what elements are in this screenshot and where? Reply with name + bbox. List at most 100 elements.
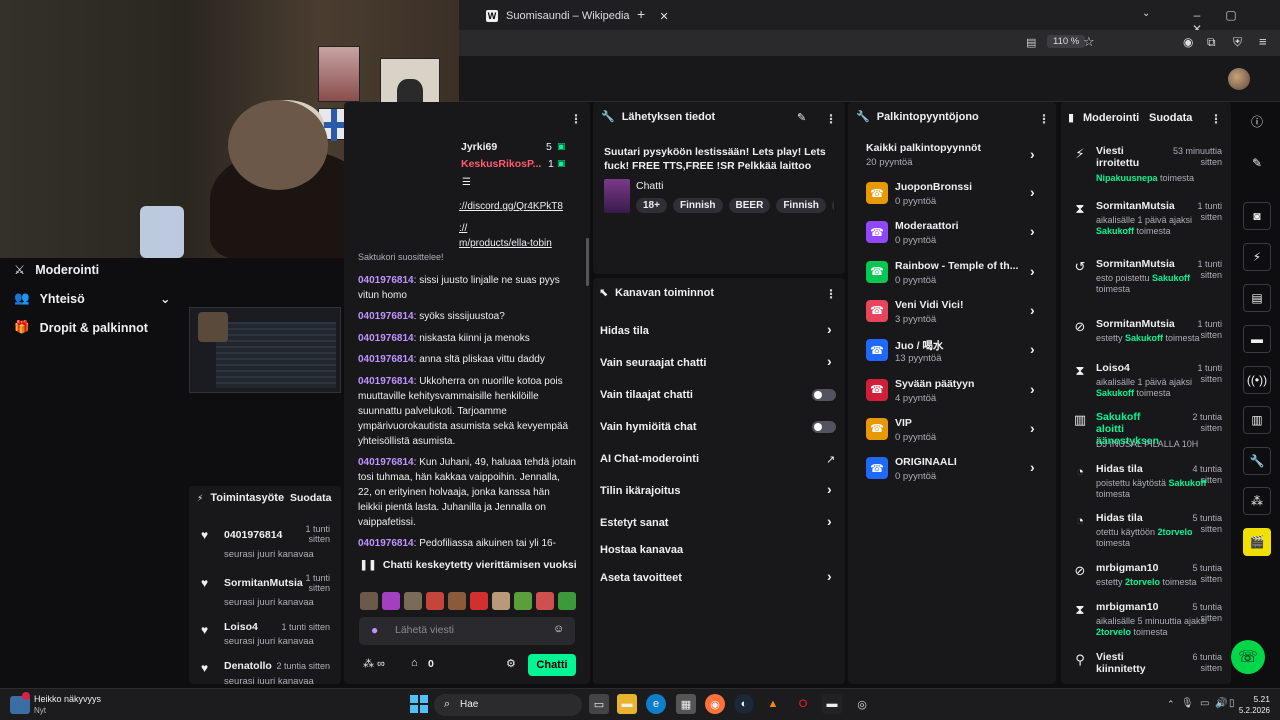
taskbar-search[interactable]: ⌕ Hae: [434, 694, 582, 716]
mod-log-user[interactable]: SormitanMutsia: [1096, 200, 1186, 212]
emote-icon[interactable]: [426, 592, 444, 610]
chat-scrollbar[interactable]: [586, 238, 589, 286]
minimize-icon[interactable]: –: [1180, 8, 1214, 22]
tag[interactable]: M: [831, 198, 834, 213]
moderator-name[interactable]: Sakukoff: [1125, 333, 1163, 343]
stream-info-kebab-icon[interactable]: ⋮: [825, 112, 837, 126]
wrench-icon[interactable]: 🔧: [1243, 447, 1271, 475]
channel-actions-kebab-icon[interactable]: ⋮: [825, 287, 837, 301]
all-rewards-label[interactable]: Kaikki palkintopyynnöt: [866, 142, 981, 154]
chevron-right-icon[interactable]: ›: [1030, 341, 1035, 357]
reward-name[interactable]: ORIGINAALI: [895, 456, 1023, 468]
emote-icon[interactable]: [448, 592, 466, 610]
lightning-icon[interactable]: ⚡: [1243, 243, 1271, 271]
broadcast-icon[interactable]: ((•)): [1243, 366, 1271, 394]
chat-input[interactable]: ● Lähetä viesti ☺: [359, 617, 575, 645]
clapper-icon[interactable]: 🎬: [1243, 528, 1271, 556]
windows-start-icon[interactable]: [410, 695, 428, 713]
chat-menu-kebab-icon[interactable]: ⋮: [570, 112, 582, 126]
maximize-icon[interactable]: ▢: [1214, 8, 1248, 22]
clipboard-icon[interactable]: ▤: [1243, 284, 1271, 312]
chat-link[interactable]: ://discord.gg/Qr4KPkT8: [459, 201, 563, 212]
mod-log-user[interactable]: Viesti kiinnitetty: [1096, 651, 1158, 675]
moderator-name[interactable]: 2torvelo: [1125, 577, 1160, 587]
community-icon[interactable]: ⁂: [1243, 487, 1271, 515]
chat-username[interactable]: 0401976814: [358, 354, 414, 365]
chevron-right-icon[interactable]: ›: [827, 481, 832, 497]
action-label[interactable]: Estetyt sanat: [600, 517, 668, 529]
vlc-icon[interactable]: ▲: [763, 694, 783, 714]
tray-chevron-icon[interactable]: ⌃: [1167, 699, 1175, 710]
emote-icon[interactable]: [536, 592, 554, 610]
subscribers-only-toggle[interactable]: [812, 389, 836, 401]
edit-pencil-icon[interactable]: ✎: [797, 111, 806, 124]
layout-icon[interactable]: ▥: [1243, 406, 1271, 434]
edge-icon[interactable]: e: [646, 694, 666, 714]
reward-name[interactable]: Rainbow - Temple of th...: [895, 260, 1023, 272]
terminal-icon[interactable]: ▬: [822, 694, 842, 714]
chat-username[interactable]: 0401976814: [358, 333, 414, 344]
chat-link[interactable]: m/products/ella-tobin: [459, 238, 552, 249]
action-label[interactable]: Aseta tavoitteet: [600, 572, 682, 584]
info-icon[interactable]: ⓘ: [1243, 107, 1271, 135]
file-explorer-icon[interactable]: ▬: [617, 694, 637, 714]
gift-icon[interactable]: ⌂: [411, 657, 418, 669]
tag[interactable]: BEER: [728, 198, 771, 213]
emote-icon[interactable]: [382, 592, 400, 610]
chat-paused-banner[interactable]: ❚❚ Chatti keskeytetty vierittämisen vuok…: [352, 553, 584, 577]
clock-date[interactable]: 5.2.2026: [1230, 706, 1270, 715]
expand-icon[interactable]: ☰: [462, 177, 471, 188]
reward-queue-kebab-icon[interactable]: ⋮: [1038, 112, 1050, 126]
new-tab-icon[interactable]: +: [637, 6, 645, 22]
shield-icon[interactable]: ⛨: [1233, 35, 1242, 50]
moderator-name[interactable]: Sakukoff: [1169, 478, 1207, 488]
reader-mode-icon[interactable]: ▤: [1026, 36, 1036, 49]
chevron-right-icon[interactable]: ›: [1030, 420, 1035, 436]
external-link-icon[interactable]: ↗: [826, 453, 835, 466]
category-name[interactable]: Chatti: [636, 180, 663, 192]
avatar[interactable]: [1228, 68, 1250, 90]
sidebar-item-dropit[interactable]: 🎁 Dropit & palkinnot: [14, 320, 148, 335]
bookmark-star-icon[interactable]: ☆: [1083, 34, 1095, 50]
sidebar-item-moderointi[interactable]: ⚔ Moderointi: [14, 262, 99, 278]
moderator-name[interactable]: Sakukoff: [1096, 226, 1134, 236]
emote-icon[interactable]: [558, 592, 576, 610]
mod-log-user[interactable]: Loiso4: [1096, 362, 1186, 374]
tag[interactable]: 18+: [636, 198, 667, 213]
activity-user[interactable]: Denatollo: [224, 660, 272, 672]
chevron-right-icon[interactable]: ›: [827, 513, 832, 529]
moderation-filter-button[interactable]: Suodata: [1149, 112, 1192, 124]
chevron-right-icon[interactable]: ›: [827, 321, 832, 337]
top-user-name[interactable]: KeskusRikosP...: [461, 158, 541, 170]
emote-icon[interactable]: [470, 592, 488, 610]
network-icon[interactable]: ▭: [1200, 698, 1209, 709]
reward-name[interactable]: Syvään päätyyn: [895, 378, 1023, 390]
chevron-right-icon[interactable]: ›: [1030, 459, 1035, 475]
activity-filter-button[interactable]: Suodata: [290, 492, 331, 504]
emoji-icon[interactable]: ☺: [553, 623, 564, 635]
chat-username[interactable]: 0401976814: [358, 376, 414, 387]
reward-name[interactable]: Juo / 喝水: [895, 338, 1023, 353]
chevron-right-icon[interactable]: ›: [1030, 263, 1035, 279]
action-label[interactable]: Hostaa kanavaa: [600, 544, 683, 556]
task-view-icon[interactable]: ▭: [589, 694, 609, 714]
chevron-right-icon[interactable]: ›: [1030, 381, 1035, 397]
activity-user[interactable]: SormitanMutsia: [224, 577, 303, 589]
chat-username[interactable]: 0401976814: [358, 457, 414, 468]
tab-list-icon[interactable]: ⌄: [1142, 8, 1150, 19]
moderation-kebab-icon[interactable]: ⋮: [1210, 112, 1222, 126]
chat-send-button[interactable]: Chatti: [528, 654, 576, 676]
moderator-name[interactable]: 2torvelo: [1158, 527, 1193, 537]
volume-icon[interactable]: 🔊: [1215, 698, 1227, 709]
clock-time[interactable]: 5.21: [1250, 694, 1270, 704]
menu-icon[interactable]: ≡: [1259, 34, 1267, 49]
category-box-art[interactable]: [604, 179, 630, 213]
tag[interactable]: Finnish: [672, 198, 723, 213]
activity-user[interactable]: 0401976814: [224, 529, 282, 541]
extensions-icon[interactable]: ⧉: [1207, 35, 1216, 50]
zoom-level[interactable]: 110 %: [1047, 35, 1086, 48]
reward-name[interactable]: VIP: [895, 417, 1023, 429]
steam-icon[interactable]: ◐: [734, 694, 754, 714]
action-label[interactable]: Tilin ikärajoitus: [600, 485, 681, 497]
mod-log-user[interactable]: SormitanMutsia: [1096, 318, 1186, 330]
